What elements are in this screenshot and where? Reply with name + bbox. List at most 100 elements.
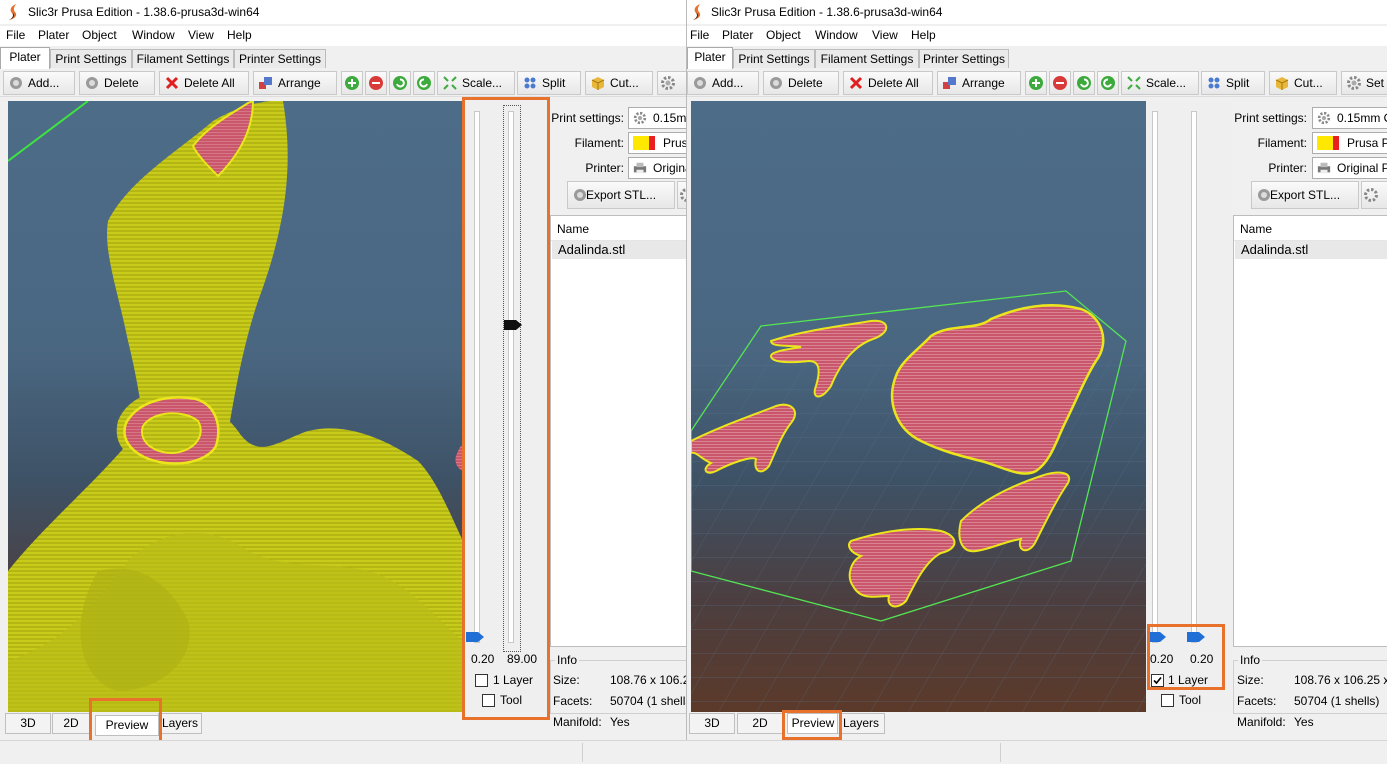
tab-plater[interactable]: Plater bbox=[0, 47, 50, 69]
slider-high-value: 89.00 bbox=[507, 652, 538, 666]
tab-filament-settings[interactable]: Filament Settings bbox=[815, 49, 919, 68]
tab-print-settings[interactable]: Print Settings bbox=[733, 49, 815, 68]
scale-button[interactable]: Scale... bbox=[437, 71, 515, 95]
cut-button[interactable]: Cut... bbox=[585, 71, 653, 95]
gear-icon bbox=[661, 76, 675, 90]
tab-3d[interactable]: 3D bbox=[5, 713, 51, 734]
menu-file[interactable]: File bbox=[6, 28, 25, 42]
tab-layers[interactable]: Layers bbox=[837, 713, 885, 734]
arrange-icon bbox=[259, 77, 272, 89]
plater-side-panel: Print settings: 0.15mm OPTIMAL Filament:… bbox=[1232, 101, 1387, 729]
print-settings-combo[interactable]: 0.15mm OPTIMAL bbox=[628, 107, 686, 129]
printer-combo[interactable]: Original Prusa i3 MK2 bbox=[628, 157, 686, 179]
export-gcode-button[interactable] bbox=[677, 181, 686, 209]
tab-printer-settings[interactable]: Printer Settings bbox=[234, 49, 326, 68]
info-facets-value: 50704 (1 shells) bbox=[1294, 694, 1380, 708]
menu-help[interactable]: Help bbox=[227, 28, 252, 42]
delete-button[interactable]: Delete bbox=[79, 71, 155, 95]
one-layer-checkbox[interactable] bbox=[1151, 674, 1164, 687]
list-item[interactable]: Adalinda.stl bbox=[1235, 241, 1387, 259]
split-button[interactable]: Split bbox=[517, 71, 581, 95]
tab-preview[interactable]: Preview bbox=[95, 715, 159, 736]
rotate-cw-button[interactable] bbox=[413, 71, 435, 95]
window-title: Slic3r Prusa Edition - 1.38.6-prusa3d-wi… bbox=[711, 5, 943, 19]
menu-help[interactable]: Help bbox=[911, 28, 936, 42]
tool-checkbox[interactable] bbox=[1161, 694, 1174, 707]
info-title: Info bbox=[1238, 653, 1263, 667]
arrange-button[interactable]: Arrange bbox=[253, 71, 337, 95]
title-bar: Slic3r Prusa Edition - 1.38.6-prusa3d-wi… bbox=[687, 0, 1387, 24]
settings-button[interactable] bbox=[657, 71, 686, 95]
tool-checkbox[interactable] bbox=[482, 694, 495, 707]
export-stl-button[interactable]: Export STL... bbox=[1251, 181, 1359, 209]
layer-slider-low-track[interactable] bbox=[474, 111, 480, 643]
tab-print-settings[interactable]: Print Settings bbox=[50, 49, 132, 68]
menu-window[interactable]: Window bbox=[815, 28, 858, 42]
arrange-button[interactable]: Arrange bbox=[937, 71, 1021, 95]
list-item[interactable]: Adalinda.stl bbox=[552, 241, 686, 259]
delete-all-button[interactable]: Delete All bbox=[843, 71, 933, 95]
delete-brick-icon bbox=[86, 77, 98, 89]
decrease-instances-button[interactable] bbox=[1049, 71, 1071, 95]
rotate-ccw-button[interactable] bbox=[1073, 71, 1095, 95]
slider-low-value: 0.20 bbox=[471, 652, 495, 666]
add-brick-icon bbox=[694, 77, 706, 89]
menu-view[interactable]: View bbox=[872, 28, 898, 42]
increase-instances-button[interactable] bbox=[341, 71, 363, 95]
rotate-cw-button[interactable] bbox=[1097, 71, 1119, 95]
tab-preview[interactable]: Preview bbox=[787, 713, 839, 734]
decrease-instances-button[interactable] bbox=[365, 71, 387, 95]
scale-button[interactable]: Scale... bbox=[1121, 71, 1199, 95]
menu-file[interactable]: File bbox=[690, 28, 709, 42]
filament-combo[interactable]: Prusa PLA bbox=[1312, 132, 1387, 154]
tab-2d[interactable]: 2D bbox=[52, 713, 90, 734]
menu-object[interactable]: Object bbox=[82, 28, 117, 42]
tab-2d[interactable]: 2D bbox=[737, 713, 783, 734]
upper-thumb-black-icon[interactable] bbox=[504, 319, 522, 331]
tool-label: Tool bbox=[500, 693, 523, 707]
slic3r-logo-icon bbox=[9, 4, 17, 20]
filament-label: Filament: bbox=[1257, 136, 1307, 150]
delete-all-button[interactable]: Delete All bbox=[159, 71, 249, 95]
print-settings-combo[interactable]: 0.15mm OPTIMAL bbox=[1312, 107, 1387, 129]
tab-filament-settings[interactable]: Filament Settings bbox=[132, 49, 234, 68]
preview-3d-canvas[interactable] bbox=[8, 101, 463, 712]
split-button[interactable]: Split bbox=[1201, 71, 1265, 95]
delete-button[interactable]: Delete bbox=[763, 71, 839, 95]
layer-slider-high-track[interactable] bbox=[1191, 111, 1197, 643]
cut-button[interactable]: Cut... bbox=[1269, 71, 1337, 95]
menu-plater[interactable]: Plater bbox=[38, 28, 69, 42]
tab-layers[interactable]: Layers bbox=[158, 713, 202, 734]
info-facets-label: Facets: bbox=[553, 694, 593, 708]
filament-color-swatch-icon bbox=[633, 136, 655, 150]
printer-combo[interactable]: Original Prusa i3 MK2 bbox=[1312, 157, 1387, 179]
tab-plater[interactable]: Plater bbox=[687, 47, 733, 69]
gear-icon bbox=[633, 111, 647, 125]
rotate-ccw-icon bbox=[1077, 76, 1091, 90]
rotate-ccw-button[interactable] bbox=[389, 71, 411, 95]
menu-plater[interactable]: Plater bbox=[722, 28, 753, 42]
tab-3d[interactable]: 3D bbox=[689, 713, 735, 734]
export-stl-button[interactable]: Export STL... bbox=[567, 181, 675, 209]
menu-window[interactable]: Window bbox=[132, 28, 175, 42]
delete-brick-icon bbox=[770, 77, 782, 89]
lower-thumb-blue-icon[interactable] bbox=[1148, 631, 1166, 643]
menu-object[interactable]: Object bbox=[766, 28, 801, 42]
preview-3d-canvas[interactable] bbox=[691, 101, 1146, 712]
upper-thumb-blue-icon[interactable] bbox=[1187, 631, 1205, 643]
increase-instances-button[interactable] bbox=[1025, 71, 1047, 95]
export-gcode-button[interactable] bbox=[1361, 181, 1387, 209]
plater-toolbar: Add... Delete Delete All Arrange Scale.. bbox=[687, 70, 1387, 97]
menu-view[interactable]: View bbox=[188, 28, 214, 42]
one-layer-checkbox[interactable] bbox=[475, 674, 488, 687]
layer-slider-low-track[interactable] bbox=[1152, 111, 1158, 643]
object-list-header: Name bbox=[551, 216, 686, 241]
filament-combo[interactable]: Prusa PLA bbox=[628, 132, 686, 154]
add-button[interactable]: Add... bbox=[3, 71, 75, 95]
lower-thumb-blue-icon[interactable] bbox=[466, 631, 484, 643]
tab-printer-settings[interactable]: Printer Settings bbox=[919, 49, 1009, 68]
settings-button[interactable]: Set bbox=[1341, 71, 1387, 95]
plus-green-icon bbox=[345, 76, 359, 90]
add-button[interactable]: Add... bbox=[687, 71, 759, 95]
rotate-cw-icon bbox=[417, 76, 431, 90]
